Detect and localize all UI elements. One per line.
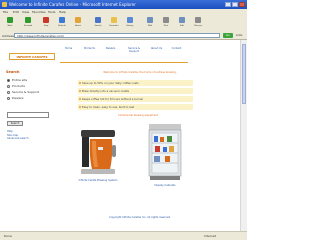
- search-option-dealers[interactable]: Dealers: [7, 96, 23, 100]
- search-option-products[interactable]: Products: [7, 84, 25, 88]
- site-logo[interactable]: INFINITE CARAFES: [9, 53, 55, 60]
- address-label: Address: [2, 34, 14, 38]
- edit-button[interactable]: Edit: [176, 17, 188, 30]
- display-cabinet-image[interactable]: [147, 122, 183, 182]
- maximize-icon[interactable]: [232, 2, 238, 7]
- search-option-service[interactable]: Service & Support: [7, 90, 39, 94]
- feature-list: Save up to 50% on your daily coffee cost…: [78, 80, 193, 117]
- search-panel: Search Entire site Products Service & Su…: [6, 70, 55, 145]
- menu-edit[interactable]: Edit: [13, 10, 19, 14]
- radio-icon: [7, 90, 10, 94]
- radio-icon: [7, 96, 10, 100]
- nav-about-us[interactable]: About Us: [148, 47, 165, 57]
- printer-icon: [163, 17, 169, 23]
- search-submit-button[interactable]: Search: [7, 121, 23, 126]
- bullet-icon: [79, 98, 81, 100]
- mail-button[interactable]: Mail: [144, 17, 156, 30]
- home-icon: [75, 17, 81, 23]
- menu-file[interactable]: File: [3, 10, 8, 14]
- address-input[interactable]: http://www.infinitecarafes.com/: [14, 33, 220, 38]
- nav-contact[interactable]: Contact: [168, 47, 185, 57]
- print-button[interactable]: Print: [160, 17, 172, 30]
- home-button[interactable]: Home: [72, 17, 84, 30]
- forward-button[interactable]: Forward: [22, 17, 34, 30]
- search-help-links: Help Site map Advanced search: [7, 130, 28, 141]
- nav-home[interactable]: Home: [60, 47, 77, 57]
- favorites-button[interactable]: Favorites: [108, 17, 120, 30]
- bullet-icon: [79, 82, 81, 84]
- feature-item: Easy to clean, easy to use, built to las…: [78, 104, 193, 110]
- ie-icon: [2, 2, 7, 7]
- refresh-icon: [59, 17, 65, 23]
- feature-item: Save up to 50% on your daily coffee cost…: [78, 80, 193, 86]
- menu-help[interactable]: Help: [59, 10, 66, 14]
- browser-window: Welcome to Infinite Carafes Online - Mic…: [0, 0, 247, 240]
- menu-favorites[interactable]: Favorites: [32, 10, 46, 14]
- search-option-entire-site[interactable]: Entire site: [7, 78, 27, 82]
- close-icon[interactable]: [239, 2, 245, 7]
- history-icon: [127, 17, 133, 23]
- bullet-icon: [79, 90, 81, 92]
- stop-button[interactable]: Stop: [40, 17, 52, 30]
- address-bar: Address http://www.infinitecarafes.com/ …: [0, 32, 247, 40]
- page-content: INFINITE CARAFES Home Products Dealers S…: [0, 40, 240, 231]
- discuss-button[interactable]: Discuss: [192, 17, 204, 30]
- go-button[interactable]: Go: [223, 33, 233, 38]
- headline: Welcome to Infinite Carafes, the home of…: [103, 71, 177, 74]
- carafe-brewer-image[interactable]: [78, 127, 118, 177]
- back-icon: [7, 17, 13, 23]
- mail-icon: [147, 17, 153, 23]
- nav-service-support[interactable]: Service & Support: [123, 47, 145, 57]
- brand-line: Commercial brewing equipment: [117, 114, 159, 117]
- nav-dealers[interactable]: Dealers: [102, 47, 119, 57]
- window-title: Welcome to Infinite Carafes Online - Mic…: [9, 2, 136, 7]
- back-button[interactable]: Back: [4, 17, 16, 30]
- product-caption-cabinet[interactable]: Display Cabinets: [145, 184, 185, 187]
- menu-tools[interactable]: Tools: [48, 10, 55, 14]
- favorites-icon: [111, 17, 117, 23]
- refresh-button[interactable]: Refresh: [56, 17, 68, 30]
- scrollbar-thumb[interactable]: [242, 44, 246, 104]
- discuss-icon: [195, 17, 201, 23]
- edit-icon: [179, 17, 185, 23]
- search-input[interactable]: [7, 112, 49, 118]
- product-caption-brewer[interactable]: Infinite Carafe Brewing System: [70, 179, 126, 182]
- bullet-icon: [79, 106, 81, 108]
- advanced-search-link[interactable]: Advanced search: [7, 137, 28, 141]
- nav-divider: [60, 62, 188, 63]
- feature-item: Keeps coffee hot for 8 hours without a b…: [78, 96, 193, 102]
- search-button[interactable]: Search: [92, 17, 104, 30]
- radio-icon: [7, 84, 10, 88]
- history-button[interactable]: History: [124, 17, 136, 30]
- menu-view[interactable]: View: [22, 10, 29, 14]
- minimize-icon[interactable]: [225, 2, 231, 7]
- status-text: Done: [4, 234, 12, 238]
- radio-icon: [7, 78, 10, 82]
- security-zone: Internet: [204, 234, 216, 238]
- status-bar: Done Internet: [0, 231, 247, 240]
- links-button[interactable]: Links: [236, 34, 242, 37]
- forward-icon: [25, 17, 31, 23]
- nav-products[interactable]: Products: [81, 47, 98, 57]
- search-icon: [95, 17, 101, 23]
- vertical-scrollbar[interactable]: [240, 40, 247, 231]
- footer-link[interactable]: Copyright Infinite Carafes Inc. All righ…: [80, 216, 200, 219]
- toolbar: Back Forward Stop Refresh Home Search Fa…: [0, 15, 247, 33]
- feature-item: Brew directly into a vacuum carafe: [78, 88, 193, 94]
- stop-icon: [43, 17, 49, 23]
- title-bar: Welcome to Infinite Carafes Online - Mic…: [0, 0, 247, 9]
- search-heading: Search: [6, 70, 20, 74]
